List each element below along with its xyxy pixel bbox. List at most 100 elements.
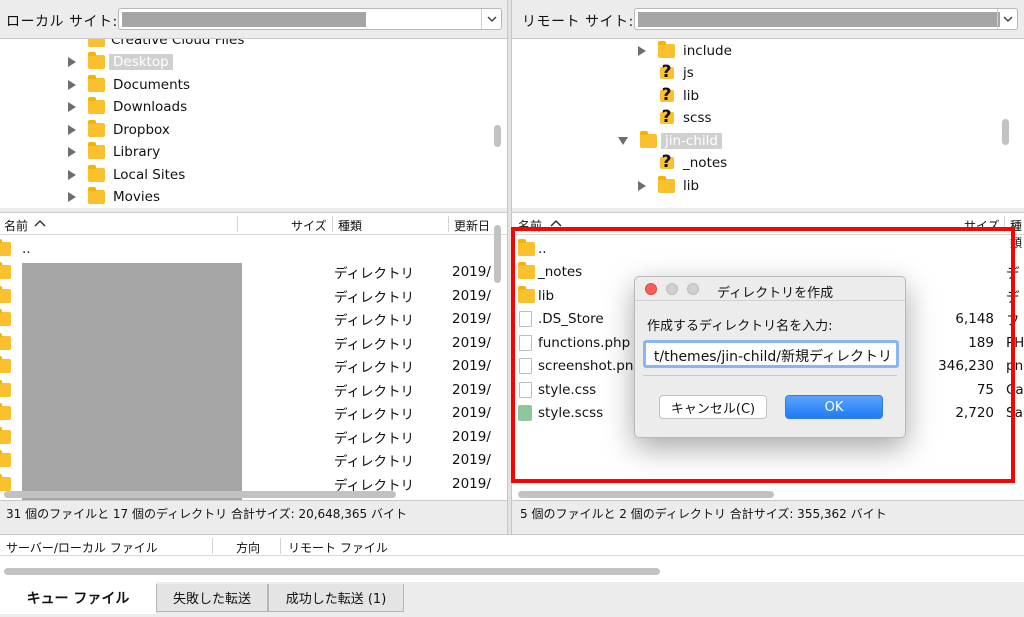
tree-item-library[interactable]: Library [68, 141, 160, 163]
directory-name-value: t/themes/jin-child/新規ディレクトリ [653, 349, 892, 365]
column-direction[interactable]: 方向 [236, 539, 260, 556]
table-row[interactable]: .. [0, 237, 490, 261]
queue-hscrollbar[interactable] [4, 568, 660, 575]
column-remote-file[interactable]: リモート ファイル [288, 539, 388, 556]
expand-icon[interactable] [68, 125, 76, 135]
file-date: 2019/ [452, 264, 491, 281]
tree-item-include[interactable]: include [638, 40, 732, 62]
tree-item-js[interactable]: ? js [658, 62, 694, 84]
column-modified[interactable]: 更新日 [454, 217, 490, 234]
expand-icon[interactable] [68, 170, 76, 180]
queue-tabs: キュー ファイル 失敗した転送 成功した転送 (1) [0, 582, 1024, 617]
table-row[interactable]: .. [512, 237, 1024, 261]
expand-icon[interactable] [68, 102, 76, 112]
column-server-local-file[interactable]: サーバー/ローカル ファイル [6, 539, 158, 556]
expand-icon[interactable] [68, 192, 76, 202]
collapse-icon[interactable] [618, 137, 628, 145]
remote-site-bar: リモート サイト: [512, 0, 1024, 38]
expand-icon[interactable] [638, 46, 646, 56]
tree-scrollbar[interactable] [494, 125, 501, 147]
tab-failed-transfers[interactable]: 失敗した転送 [156, 584, 268, 612]
directory-name-input[interactable]: t/themes/jin-child/新規ディレクトリ [643, 340, 899, 368]
tree-item-lib-folder[interactable]: lib [638, 175, 699, 197]
remote-site-path-combo[interactable] [634, 8, 1018, 30]
dialog-title: ディレクトリを作成 [717, 286, 834, 301]
tree-item-notes[interactable]: ? _notes [658, 152, 727, 174]
folder-icon [88, 120, 105, 137]
chevron-down-icon[interactable] [481, 9, 501, 29]
expand-icon[interactable] [68, 80, 76, 90]
dialog-titlebar: ディレクトリを作成 [635, 277, 905, 301]
expand-icon[interactable] [68, 57, 76, 67]
file-type: Ca [1006, 381, 1024, 398]
column-name[interactable]: 名前 [4, 217, 28, 234]
column-divider [280, 538, 281, 554]
pane-splitter[interactable] [507, 0, 512, 534]
list-hscrollbar[interactable] [518, 491, 774, 498]
tree-item-documents[interactable]: Documents [68, 74, 190, 96]
ok-button[interactable]: OK [785, 395, 883, 419]
file-type: Sa [1006, 405, 1023, 422]
tree-item-label: scss [683, 110, 712, 126]
file-name: functions.php [538, 334, 631, 351]
tree-item[interactable]: Creative Cloud Files [68, 38, 245, 51]
tree-item-label: js [683, 65, 694, 81]
tree-item-label: Library [113, 144, 161, 160]
folder-icon [88, 52, 105, 69]
folder-icon [0, 379, 11, 397]
file-icon [519, 311, 532, 328]
file-date: 2019/ [452, 287, 491, 304]
column-size[interactable]: サイズ [291, 217, 327, 234]
tree-item-jin-child[interactable]: jin-child [618, 130, 722, 152]
local-status-text: 31 個のファイルと 17 個のディレクトリ 合計サイズ: 20,648,365… [6, 507, 407, 521]
tree-item-scss[interactable]: ? scss [658, 107, 712, 129]
file-icon [519, 358, 532, 375]
tree-item-desktop[interactable]: Desktop [68, 51, 173, 73]
file-type: デ [1006, 289, 1020, 306]
tree-item-label: Downloads [113, 99, 188, 115]
create-directory-dialog: ディレクトリを作成 作成するディレクトリ名を入力: t/themes/jin-c… [634, 276, 906, 438]
tree-item-label: Documents [113, 77, 190, 93]
tree-item-label: Dropbox [113, 122, 170, 138]
local-site-path-combo[interactable] [118, 8, 502, 30]
list-hscrollbar[interactable] [4, 491, 396, 498]
folder-icon [88, 187, 105, 204]
file-date: 2019/ [452, 381, 491, 398]
tab-queue-files[interactable]: キュー ファイル [0, 582, 156, 614]
folder-icon [0, 309, 11, 327]
folder-icon [88, 165, 105, 182]
tree-scrollbar[interactable] [1002, 119, 1009, 145]
tree-item-label: Creative Cloud Files [111, 38, 245, 48]
tab-successful-transfers[interactable]: 成功した転送 (1) [268, 584, 404, 612]
file-icon [519, 334, 532, 351]
file-name: .. [22, 240, 31, 257]
sort-ascending-icon [550, 219, 562, 227]
dialog-prompt: 作成するディレクトリ名を入力: [647, 319, 833, 334]
remote-status-text: 5 個のファイルと 2 個のディレクトリ 合計サイズ: 355,362 バイト [520, 507, 887, 521]
tree-item-dropbox[interactable]: Dropbox [68, 119, 170, 141]
file-name: .. [538, 240, 547, 257]
tree-item-downloads[interactable]: Downloads [68, 96, 187, 118]
column-size[interactable]: サイズ [964, 217, 1000, 234]
column-type[interactable]: 種類 [338, 217, 362, 234]
folder-icon [640, 131, 657, 148]
local-site-bar: ローカル サイト: [0, 0, 507, 38]
tree-item-movies[interactable]: Movies [68, 186, 160, 208]
expand-icon[interactable] [638, 181, 646, 191]
chevron-down-icon[interactable] [997, 9, 1017, 29]
folder-icon [0, 450, 11, 468]
expand-icon[interactable] [68, 147, 76, 157]
column-divider [237, 216, 238, 232]
tree-item-local-sites[interactable]: Local Sites [68, 164, 185, 186]
file-date: 2019/ [452, 358, 491, 375]
file-type: ディレクトリ [334, 266, 415, 283]
close-icon[interactable] [645, 283, 657, 295]
list-scrollbar[interactable] [494, 225, 501, 283]
cancel-button[interactable]: キャンセル(C) [659, 395, 767, 419]
column-name[interactable]: 名前 [518, 217, 542, 234]
unknown-folder-icon: ? [658, 62, 675, 82]
file-type: pn [1006, 358, 1024, 375]
local-column-header: 名前 サイズ 種類 更新日 [0, 213, 507, 235]
file-date: 2019/ [452, 334, 491, 351]
tree-item-lib[interactable]: ? lib [658, 85, 699, 107]
